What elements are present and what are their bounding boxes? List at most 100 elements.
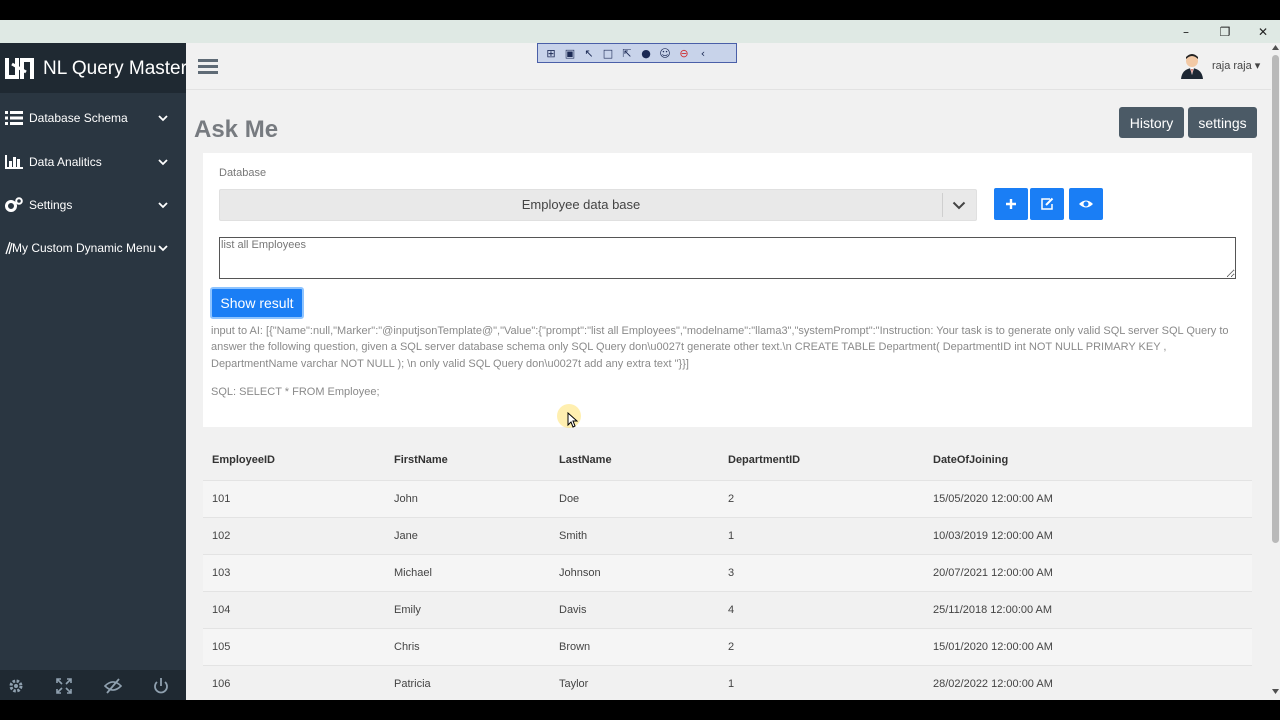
prompt-input[interactable]: list all Employees	[219, 237, 1236, 279]
region-icon[interactable]: □	[601, 46, 615, 60]
cell-last-name: Johnson	[559, 567, 601, 579]
history-button[interactable]: History	[1119, 107, 1184, 138]
cell-first-name: Jane	[394, 530, 418, 542]
cell-department-id: 1	[728, 678, 735, 690]
screen-capture-icon[interactable]: ⊞	[544, 46, 558, 60]
chevron-down-icon	[158, 159, 168, 166]
page-title: Ask Me	[194, 116, 279, 143]
table-row[interactable]: 101 John Doe 2 15/05/2020 12:00:00 AM	[203, 480, 1252, 517]
cell-last-name: Smith	[559, 530, 588, 542]
add-database-button[interactable]	[994, 188, 1028, 220]
video-icon[interactable]: ▣	[563, 46, 577, 60]
cell-date-of-joining: 20/07/2021 12:00:00 AM	[933, 567, 1053, 579]
table-row[interactable]: 102 Jane Smith 1 10/03/2019 12:00:00 AM	[203, 517, 1252, 554]
cell-date-of-joining: 10/03/2019 12:00:00 AM	[933, 530, 1053, 542]
cell-first-name: Chris	[394, 641, 420, 653]
edit-icon	[1041, 197, 1054, 210]
sidebar-item-settings[interactable]: Settings	[0, 188, 186, 222]
scroll-thumb[interactable]	[1272, 55, 1279, 543]
crop-icon[interactable]: ⇱	[620, 46, 634, 60]
cell-last-name: Davis	[559, 604, 587, 616]
column-header: DateOfJoining	[933, 454, 1009, 466]
sidebar-item-label: Data Analitics	[29, 155, 102, 169]
sidebar-item-data-analitics[interactable]: Data Analitics	[0, 145, 186, 179]
app-title: NL Query Master	[43, 58, 187, 79]
cell-employee-id: 103	[212, 567, 231, 579]
bar-chart-icon	[5, 155, 23, 169]
table-row[interactable]: 105 Chris Brown 2 15/01/2020 12:00:00 AM	[203, 628, 1252, 665]
cell-employee-id: 104	[212, 604, 231, 616]
sql-result-text: SQL: SELECT * FROM Employee;	[211, 386, 380, 398]
record-icon[interactable]: ●	[639, 46, 653, 60]
chevron-down-icon	[158, 202, 168, 209]
edit-database-button[interactable]	[1030, 188, 1064, 220]
table-row[interactable]: 104 Emily Davis 4 25/11/2018 12:00:00 AM	[203, 591, 1252, 628]
cell-employee-id: 102	[212, 530, 231, 542]
top-navbar: ⊞ ▣ ↖ □ ⇱ ● ☺ ⊖ ‹ raja raja ▾	[186, 43, 1271, 90]
recorder-toolbar: ⊞ ▣ ↖ □ ⇱ ● ☺ ⊖ ‹	[537, 43, 737, 63]
cell-first-name: Emily	[394, 604, 421, 616]
column-header: FirstName	[394, 454, 448, 466]
collapse-icon[interactable]: ‹	[696, 46, 710, 60]
sidebar-item-database-schema[interactable]: Database Schema	[0, 101, 186, 135]
cell-last-name: Brown	[559, 641, 591, 653]
accessibility-icon[interactable]: ☺	[658, 46, 672, 60]
sidebar-item-label: Settings	[29, 198, 73, 212]
gear-icon[interactable]	[7, 677, 25, 695]
cell-first-name: Patricia	[394, 678, 431, 690]
close-button[interactable]: ✕	[1243, 20, 1280, 43]
cogs-icon	[5, 197, 23, 212]
user-name: raja raja	[1212, 60, 1252, 72]
plus-icon	[1006, 199, 1016, 209]
user-menu[interactable]: raja raja ▾	[1212, 59, 1260, 72]
results-table: EmployeeID FirstName LastName Department…	[203, 440, 1252, 702]
window-titlebar: – ❐ ✕	[0, 20, 1280, 43]
scroll-up-arrow-icon[interactable]	[1272, 44, 1279, 50]
chevron-down-icon	[158, 245, 168, 252]
table-row[interactable]: 106 Patricia Taylor 1 28/02/2022 12:00:0…	[203, 665, 1252, 702]
cell-date-of-joining: 15/01/2020 12:00:00 AM	[933, 641, 1053, 653]
cell-employee-id: 106	[212, 678, 231, 690]
sidebar-item-label: My Custom Dynamic Menu	[12, 241, 157, 255]
avatar[interactable]	[1180, 53, 1204, 79]
sidebar-item-custom-menu[interactable]: My Custom Dynamic Menu	[0, 231, 186, 265]
sidebar-footer	[0, 670, 186, 700]
select-divider	[942, 193, 943, 217]
stop-icon[interactable]: ⊖	[677, 46, 691, 60]
eye-slash-icon[interactable]	[104, 677, 122, 695]
screen: – ❐ ✕ NL Query Master Database Schema Da…	[0, 0, 1280, 720]
cell-last-name: Doe	[559, 493, 580, 505]
table-row[interactable]: 103 Michael Johnson 3 20/07/2021 12:00:0…	[203, 554, 1252, 591]
cell-department-id: 4	[728, 604, 735, 616]
minimize-button[interactable]: –	[1166, 20, 1206, 43]
ai-input-text: input to AI: [{"Name":null,"Marker":"@in…	[211, 325, 1229, 370]
database-selected-value: Employee data base	[521, 197, 641, 212]
sidebar-item-label: Database Schema	[29, 111, 128, 125]
brand-header[interactable]: NL Query Master	[0, 43, 187, 93]
cell-employee-id: 105	[212, 641, 231, 653]
database-select[interactable]: Employee data base	[219, 189, 977, 221]
cell-first-name: Michael	[394, 567, 432, 579]
cell-department-id: 1	[728, 530, 735, 542]
fullscreen-icon[interactable]	[55, 677, 73, 695]
main-content: ⊞ ▣ ↖ □ ⇱ ● ☺ ⊖ ‹ raja raja ▾ Ask Me His…	[186, 43, 1271, 700]
cell-department-id: 2	[728, 493, 735, 505]
chevron-down-icon	[952, 201, 966, 210]
cell-department-id: 2	[728, 641, 735, 653]
power-icon[interactable]	[152, 677, 170, 695]
vertical-scrollbar[interactable]	[1271, 43, 1280, 700]
pointer-icon[interactable]: ↖	[582, 46, 596, 60]
settings-button[interactable]: settings	[1188, 107, 1257, 138]
hamburger-menu-icon[interactable]	[198, 58, 218, 75]
view-database-button[interactable]	[1069, 188, 1103, 220]
show-result-button[interactable]: Show result	[210, 287, 304, 319]
list-icon	[5, 111, 23, 125]
cell-last-name: Taylor	[559, 678, 589, 690]
query-card: Database Employee data base list all Emp…	[203, 153, 1252, 427]
chevron-down-icon	[158, 115, 168, 122]
column-header: LastName	[559, 454, 612, 466]
eye-icon	[1079, 200, 1093, 208]
scroll-down-arrow-icon[interactable]	[1272, 689, 1279, 695]
maximize-button[interactable]: ❐	[1205, 20, 1245, 43]
cell-date-of-joining: 28/02/2022 12:00:00 AM	[933, 678, 1053, 690]
